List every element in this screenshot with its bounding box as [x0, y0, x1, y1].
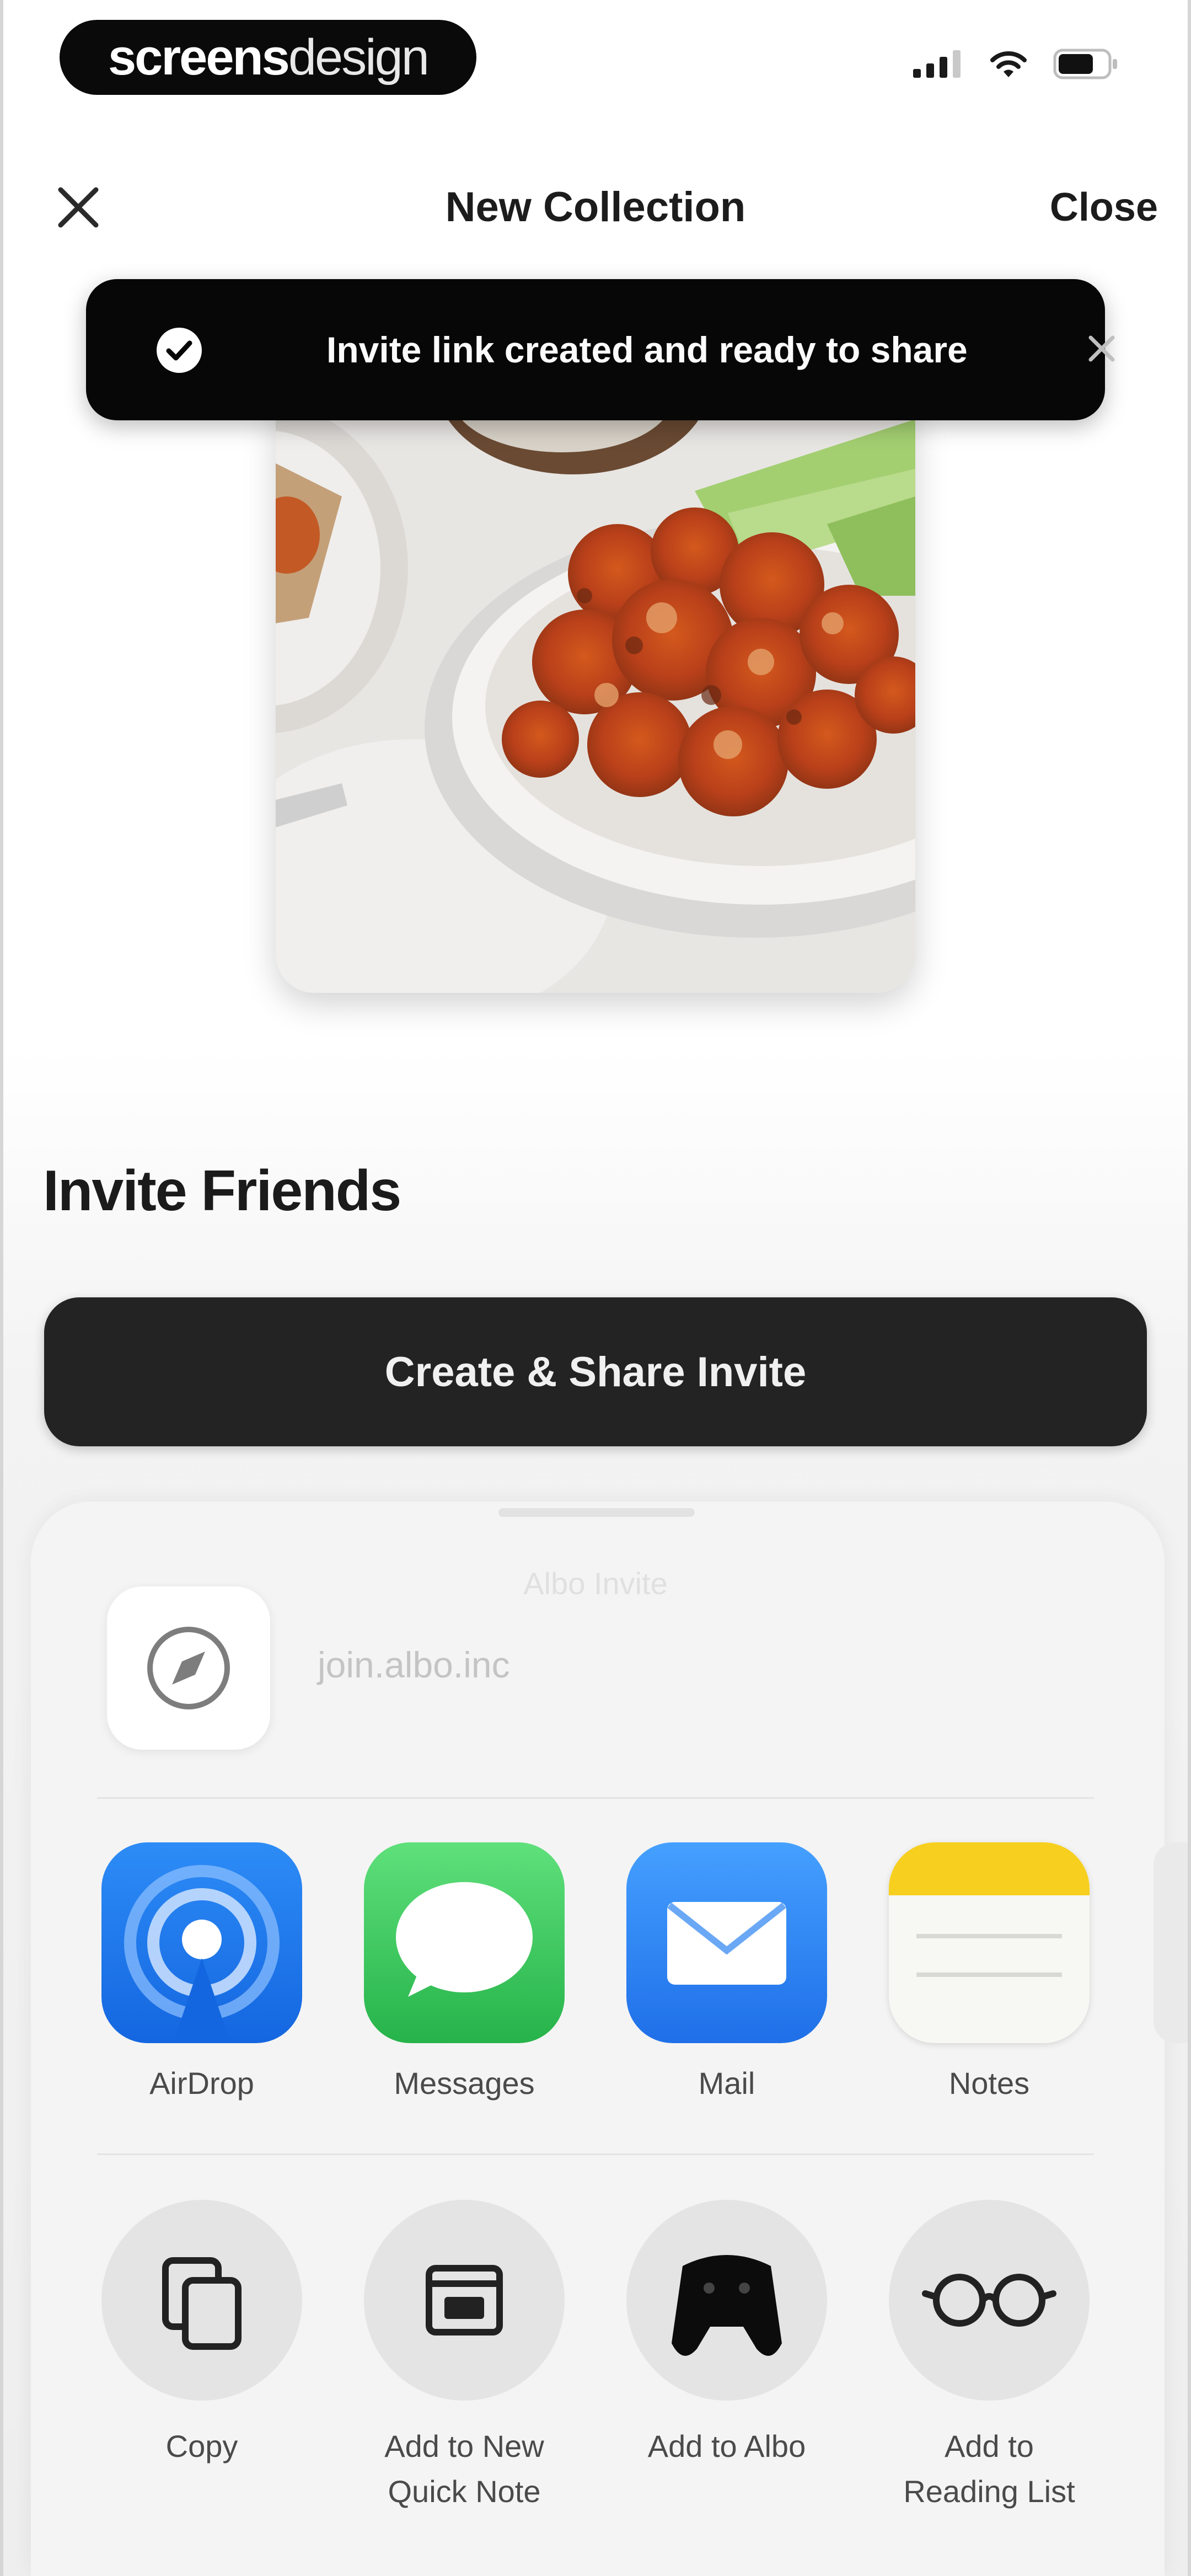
action-label-line2: Reading List	[903, 2474, 1075, 2509]
cellular-signal-icon	[913, 50, 961, 78]
action-label-line1: Copy	[165, 2429, 238, 2463]
add-quick-note-action-button[interactable]	[364, 2200, 565, 2401]
mail-app-button[interactable]	[626, 1842, 827, 2043]
collection-cover-image	[276, 386, 915, 993]
invite-section-title: Invite Friends	[43, 1159, 401, 1223]
link-url: join.albo.inc	[318, 1644, 510, 1685]
app-screen: screens design New Collection Close Invi…	[0, 0, 1191, 2576]
app-label: Mail	[698, 2066, 755, 2101]
mail-icon	[667, 1902, 786, 1985]
brand-logo-light: design	[288, 29, 430, 85]
action-label-line1: Add to	[945, 2429, 1034, 2463]
notes-app-button[interactable]	[889, 1842, 1090, 2043]
divider	[97, 2153, 1094, 2155]
brand-logo: screens design	[60, 20, 476, 95]
buffalo-cauliflower-image	[276, 386, 915, 993]
add-to-reading-list-action-button[interactable]	[889, 2200, 1090, 2401]
create-share-invite-button[interactable]: Create & Share Invite	[44, 1297, 1147, 1446]
toast-message: Invite link created and ready to share	[326, 329, 968, 370]
action-label: Add to Albo	[594, 2424, 859, 2469]
sheet-grabber[interactable]	[498, 1508, 695, 1517]
toast-notification: Invite link created and ready to share	[86, 279, 1115, 420]
notes-icon	[889, 1842, 1090, 1977]
copy-icon	[162, 2257, 242, 2350]
quick-note-icon	[426, 2265, 503, 2335]
close-button[interactable]: Close	[1050, 182, 1158, 233]
more-apps-peek[interactable]	[1154, 1842, 1191, 2043]
airdrop-icon	[124, 1865, 280, 2043]
compass-icon	[147, 1627, 230, 1709]
create-share-invite-label: Create & Share Invite	[384, 1348, 807, 1396]
airdrop-app-button[interactable]	[101, 1842, 302, 2043]
app-label: Notes	[948, 2066, 1030, 2101]
app-label: Messages	[394, 2066, 535, 2101]
action-label-line1: Add to Albo	[647, 2429, 806, 2463]
battery-icon	[1053, 49, 1117, 79]
action-label: Add to New Quick Note	[332, 2424, 597, 2514]
reading-list-icon	[922, 2274, 1056, 2327]
divider	[97, 1797, 1094, 1799]
checkmark-circle-icon	[157, 328, 202, 373]
messages-app-button[interactable]	[364, 1842, 565, 2043]
toast-dismiss-icon[interactable]	[1085, 332, 1118, 365]
wifi-icon	[990, 51, 1027, 77]
action-label-line2: Quick Note	[388, 2474, 541, 2509]
copy-action-button[interactable]	[101, 2200, 302, 2401]
nav-title: New Collection	[445, 184, 746, 231]
add-to-albo-action-button[interactable]	[626, 2200, 827, 2401]
status-icons	[913, 49, 1119, 79]
brand-logo-bold: screens	[108, 29, 290, 85]
messages-icon	[396, 1882, 533, 1997]
link-preview-thumbnail	[107, 1586, 270, 1750]
action-label-line1: Add to New	[384, 2429, 544, 2463]
action-label: Add to Reading List	[857, 2424, 1122, 2514]
action-label: Copy	[69, 2424, 334, 2469]
app-label: AirDrop	[149, 2066, 254, 2101]
albo-icon	[672, 2255, 782, 2356]
